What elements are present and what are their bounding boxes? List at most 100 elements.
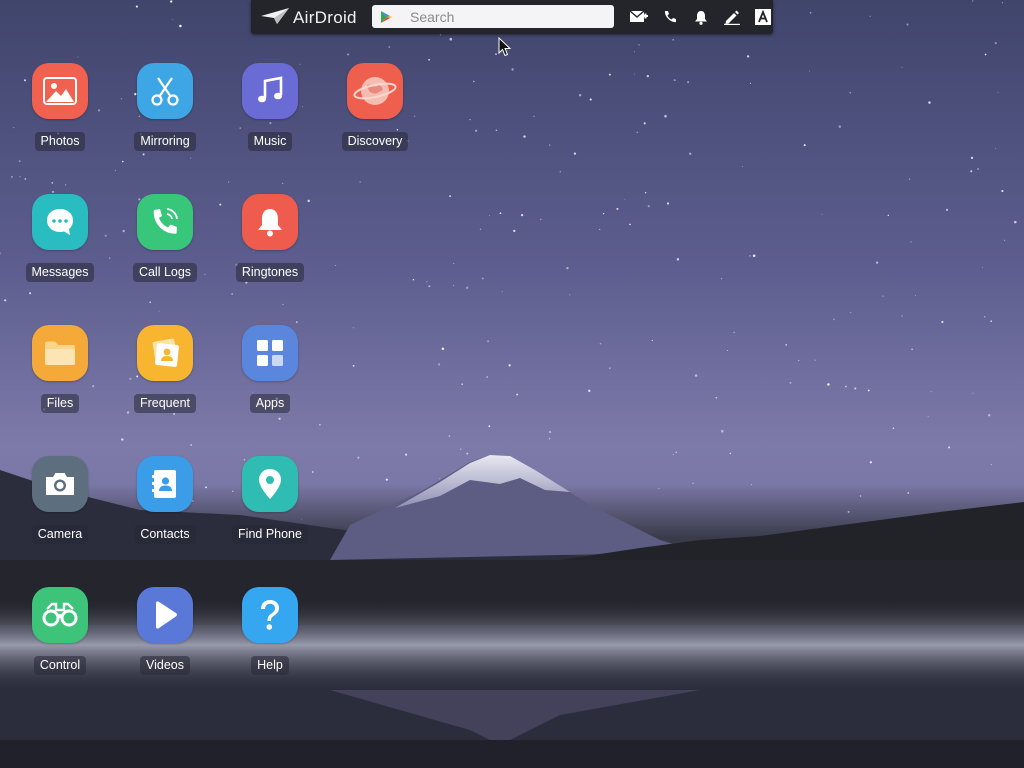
star [51,182,53,184]
star [4,299,7,302]
star [990,320,993,323]
phone-icon[interactable] [654,0,685,34]
app-ringtones[interactable]: Ringtones [220,194,320,282]
app-label: Videos [140,656,190,675]
planet-icon [347,63,403,119]
star [859,495,862,497]
star [501,291,503,293]
star [997,91,999,93]
star [352,327,354,329]
star [901,66,903,68]
star [347,53,350,56]
app-label: Music [247,132,293,151]
star [335,264,337,266]
star [19,176,21,178]
app-photos[interactable]: Photos [10,63,110,151]
mouse-cursor-icon [498,37,512,57]
star [901,315,903,317]
star [282,303,284,305]
app-apps[interactable]: Apps [220,325,320,413]
toolbar-actions [623,0,778,34]
app-frequent[interactable]: Frequent [115,325,215,413]
grid-icon [242,325,298,381]
search-input[interactable] [408,7,612,26]
star [122,160,124,163]
phone-ringing-icon [137,194,193,250]
star [516,393,519,396]
star [930,391,932,393]
app-help[interactable]: Help [220,587,320,675]
new-message-icon[interactable] [623,0,654,34]
star [388,46,391,48]
star [599,228,601,230]
star [676,258,680,261]
star [994,41,997,45]
star [972,392,974,394]
star [548,144,551,146]
app-label: Camera [31,525,89,544]
photo-icon [32,63,88,119]
star [588,389,591,393]
contact-cards-icon [137,325,193,381]
star [948,446,951,449]
app-label: Find Phone [232,525,308,544]
star [64,184,67,186]
star [10,175,13,178]
star [487,340,489,343]
star [907,492,909,494]
airdroid-logo[interactable]: AirDroid [261,7,361,28]
folder-icon [32,325,88,381]
app-find-phone[interactable]: Find Phone [220,456,320,544]
pencil-icon[interactable] [716,0,747,34]
app-mirroring[interactable]: Mirroring [115,63,215,151]
star [228,181,230,183]
star [715,396,718,399]
star [602,212,605,215]
app-messages[interactable]: Messages [10,194,110,282]
star [2,507,5,510]
star [472,80,475,83]
location-pin-icon [242,456,298,512]
app-label: Photos [34,132,86,151]
star [694,374,698,377]
star [977,168,979,170]
app-label: Messages [25,263,95,282]
star [486,376,488,378]
search-box[interactable] [372,5,614,28]
star [142,153,145,156]
star [121,438,124,441]
bell-icon[interactable] [685,0,716,34]
star [672,453,674,456]
star [524,469,528,472]
app-contacts[interactable]: Contacts [115,456,215,544]
star [945,208,949,212]
app-camera[interactable]: Camera [10,456,110,544]
star [821,213,823,215]
app-music[interactable]: Music [220,63,320,151]
star [911,348,913,351]
app-discovery[interactable]: Discovery [325,63,425,151]
star [749,82,751,84]
star [488,507,491,511]
star [733,331,735,334]
app-call-logs[interactable]: Call Logs [115,194,215,282]
chat-bubble-icon [32,194,88,250]
address-book-icon [137,456,193,512]
app-control[interactable]: Control [10,587,110,675]
star [453,262,455,264]
star [540,218,542,220]
star [533,115,535,117]
star [675,451,677,453]
star [179,24,182,28]
app-files[interactable]: Files [10,325,110,413]
star [489,215,490,217]
star [616,207,619,210]
star [385,478,388,481]
star [557,513,560,516]
star [854,387,857,390]
star [29,292,32,295]
top-toolbar: AirDroid [251,0,773,34]
star [908,178,911,180]
app-videos[interactable]: Videos [115,587,215,675]
font-a-icon[interactable] [747,0,778,34]
